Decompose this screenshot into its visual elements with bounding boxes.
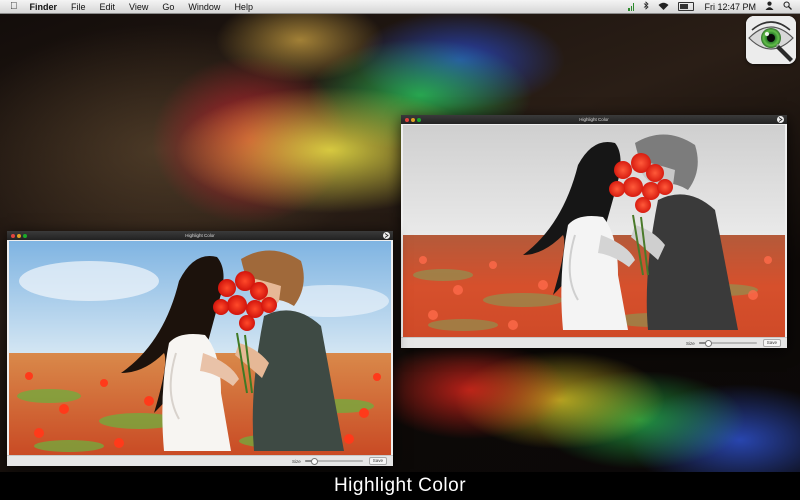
highlight-color-eye-icon[interactable] bbox=[746, 16, 796, 64]
window-titlebar[interactable]: Highlight Color bbox=[401, 115, 787, 124]
window-controls bbox=[11, 233, 27, 238]
menu-go[interactable]: Go bbox=[162, 2, 174, 12]
spotlight-icon[interactable] bbox=[783, 1, 792, 12]
highlight-color-window-front[interactable]: Highlight Color Size Save bbox=[7, 231, 393, 466]
photo-canvas[interactable] bbox=[403, 125, 785, 338]
brand-logo-icon bbox=[777, 116, 784, 123]
size-slider-knob[interactable] bbox=[310, 458, 318, 465]
window-statusbar: Size Save bbox=[7, 455, 393, 466]
size-slider[interactable] bbox=[304, 458, 363, 465]
menu-app-finder[interactable]: Finder bbox=[30, 2, 58, 12]
bars-icon[interactable] bbox=[628, 2, 635, 11]
save-button[interactable]: Save bbox=[762, 339, 781, 347]
menubar-clock[interactable]: Fri 12:47 PM bbox=[704, 2, 756, 12]
wifi-icon[interactable] bbox=[658, 2, 669, 12]
size-slider[interactable] bbox=[698, 340, 757, 347]
close-button[interactable] bbox=[405, 117, 409, 122]
size-label: Size bbox=[291, 458, 301, 464]
brand-logo-icon bbox=[383, 232, 390, 239]
minimize-button[interactable] bbox=[17, 233, 21, 238]
close-button[interactable] bbox=[11, 233, 15, 238]
window-title: Highlight Color bbox=[579, 117, 609, 122]
caption-text: Highlight Color bbox=[333, 475, 467, 496]
menu-help[interactable]: Help bbox=[234, 2, 253, 12]
bluetooth-icon[interactable] bbox=[643, 1, 650, 12]
highlight-color-window-back[interactable]: Highlight Color Size Save bbox=[401, 115, 787, 348]
menu-window[interactable]: Window bbox=[188, 2, 220, 12]
zoom-button[interactable] bbox=[23, 233, 27, 238]
menu-bar:  Finder File Edit View Go Window Help F… bbox=[0, 0, 800, 14]
battery-icon[interactable] bbox=[678, 2, 695, 11]
menu-view[interactable]: View bbox=[129, 2, 148, 12]
window-statusbar: Size Save bbox=[401, 337, 787, 348]
window-title: Highlight Color bbox=[185, 233, 215, 238]
menu-edit[interactable]: Edit bbox=[100, 2, 116, 12]
menu-file[interactable]: File bbox=[71, 2, 86, 12]
user-icon[interactable] bbox=[765, 1, 774, 12]
photo-canvas[interactable] bbox=[9, 241, 391, 456]
window-controls bbox=[405, 117, 421, 122]
minimize-button[interactable] bbox=[411, 117, 415, 122]
window-titlebar[interactable]: Highlight Color bbox=[7, 231, 393, 240]
save-button[interactable]: Save bbox=[368, 457, 387, 465]
size-slider-knob[interactable] bbox=[704, 340, 712, 347]
zoom-button[interactable] bbox=[417, 117, 421, 122]
caption-bar: Highlight Color bbox=[0, 472, 800, 500]
size-label: Size bbox=[685, 340, 695, 346]
menu-extras: Fri 12:47 PM bbox=[620, 1, 792, 12]
apple-logo-icon[interactable]:  bbox=[10, 1, 18, 12]
